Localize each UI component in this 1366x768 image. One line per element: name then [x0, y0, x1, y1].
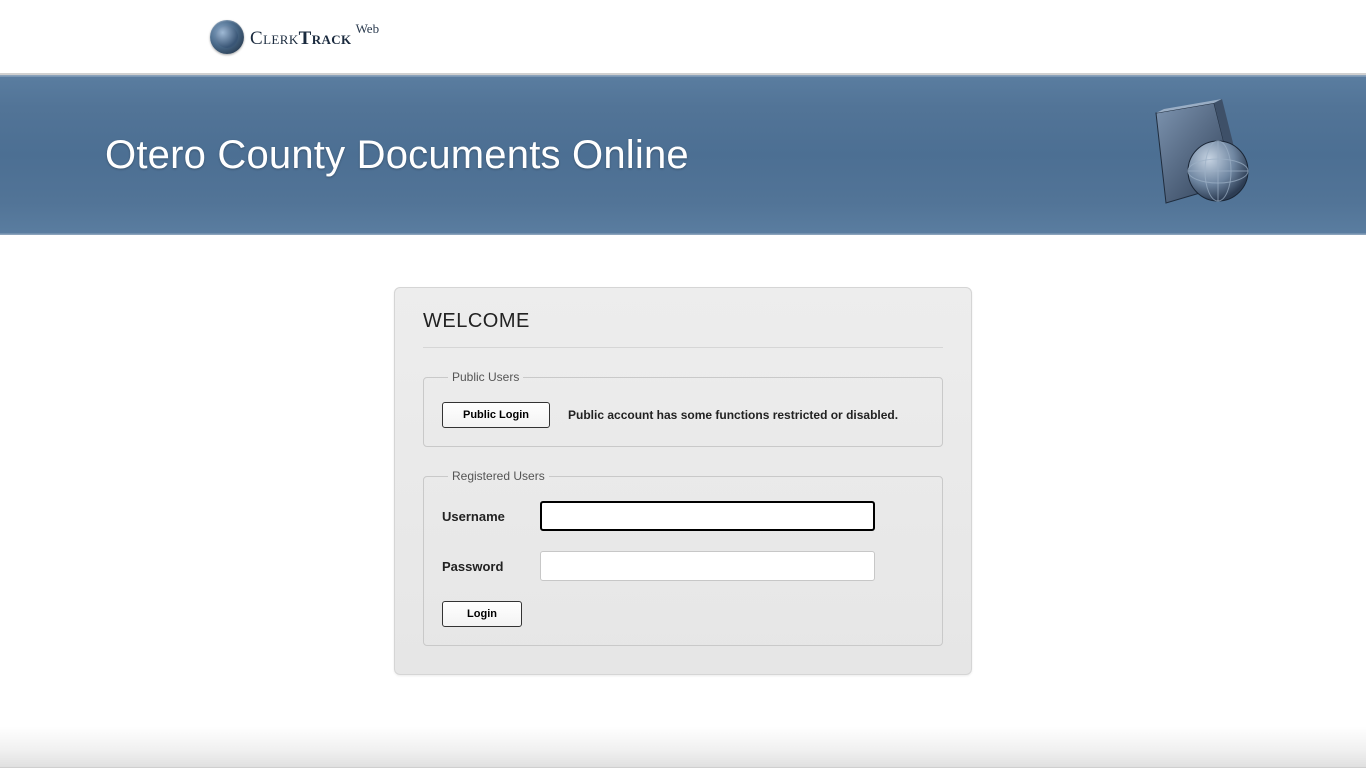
registered-users-legend: Registered Users	[448, 469, 549, 483]
logo-bar: ClerkTrack Web	[0, 0, 1366, 75]
clerktrack-logo-icon	[210, 20, 244, 54]
page-title: Otero County Documents Online	[105, 133, 689, 178]
footer-divider	[0, 726, 1366, 768]
logo-text: ClerkTrack	[250, 28, 352, 50]
public-users-fieldset: Public Users Public Login Public account…	[423, 370, 943, 447]
public-note: Public account has some functions restri…	[568, 408, 898, 422]
logo-text-clerk: Clerk	[250, 28, 299, 49]
password-label: Password	[442, 559, 522, 574]
banner: Otero County Documents Online	[0, 75, 1366, 235]
logo-superscript: Web	[356, 21, 380, 37]
logo: ClerkTrack Web	[210, 20, 381, 54]
content: WELCOME Public Users Public Login Public…	[0, 235, 1366, 675]
username-input[interactable]	[540, 501, 875, 531]
public-login-button[interactable]: Public Login	[442, 402, 550, 428]
welcome-panel: WELCOME Public Users Public Login Public…	[394, 287, 972, 675]
username-label: Username	[442, 509, 522, 524]
folder-globe-icon	[1136, 95, 1256, 215]
login-button[interactable]: Login	[442, 601, 522, 627]
public-users-legend: Public Users	[448, 370, 523, 384]
registered-users-fieldset: Registered Users Username Password Login	[423, 469, 943, 646]
panel-title: WELCOME	[423, 310, 943, 348]
logo-text-track: Track	[299, 28, 352, 49]
password-input[interactable]	[540, 551, 875, 581]
